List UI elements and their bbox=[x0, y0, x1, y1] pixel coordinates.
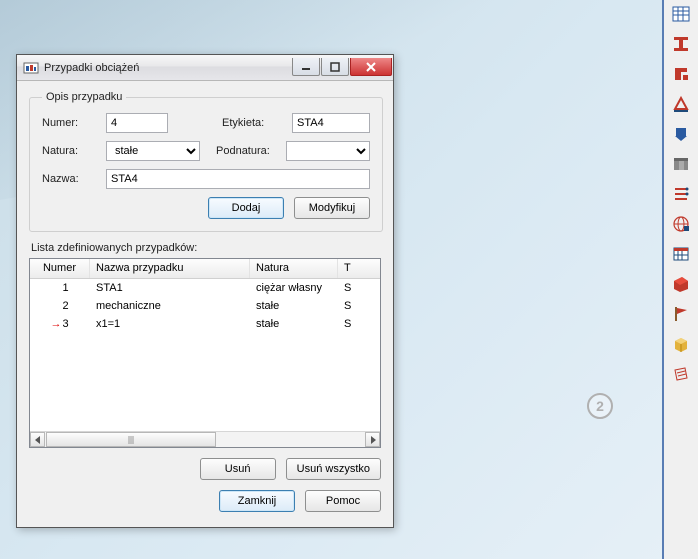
box-yellow-icon[interactable] bbox=[668, 332, 694, 356]
name-input[interactable] bbox=[106, 169, 370, 189]
list-label: Lista zdefiniowanych przypadków: bbox=[31, 242, 381, 254]
label-nazwa: Nazwa: bbox=[42, 173, 98, 185]
cases-list: Numer Nazwa przypadku Natura T 1 STA1 ci… bbox=[29, 258, 381, 448]
col-t[interactable]: T bbox=[338, 259, 356, 278]
label-podnatura: Podnatura: bbox=[216, 145, 278, 157]
cell-natura: stałe bbox=[250, 297, 338, 315]
flag-red-icon[interactable] bbox=[668, 302, 694, 326]
delete-button[interactable]: Usuń bbox=[200, 458, 276, 480]
load-cases-dialog: Przypadki obciążeń Opis przypadku Numer:… bbox=[16, 54, 394, 528]
cell-t: S bbox=[338, 315, 356, 333]
list-body[interactable]: 1 STA1 ciężar własny S 2 mechaniczne sta… bbox=[30, 279, 380, 431]
scroll-left-icon[interactable] bbox=[30, 432, 45, 447]
section-red-icon[interactable] bbox=[668, 62, 694, 86]
close-dialog-button[interactable]: Zamknij bbox=[219, 490, 295, 512]
cell-numer: 1 bbox=[62, 282, 68, 294]
right-toolbar bbox=[662, 0, 698, 559]
label-input[interactable] bbox=[292, 113, 370, 133]
label-natura: Natura: bbox=[42, 145, 98, 157]
load-blue-icon[interactable] bbox=[668, 122, 694, 146]
cell-numer: 2 bbox=[62, 300, 68, 312]
cell-t: S bbox=[338, 279, 356, 297]
case-description-group: Opis przypadku Numer: Etykieta: Natura: … bbox=[29, 91, 383, 232]
globe-icon[interactable] bbox=[668, 212, 694, 236]
ibeam-icon[interactable] bbox=[668, 32, 694, 56]
number-input[interactable] bbox=[106, 113, 168, 133]
extrude-red-icon[interactable] bbox=[668, 272, 694, 296]
table-row[interactable]: →3 x1=1 stałe S bbox=[30, 315, 380, 333]
cell-nazwa: STA1 bbox=[90, 279, 250, 297]
scroll-thumb[interactable] bbox=[46, 432, 216, 447]
table-row[interactable]: 1 STA1 ciężar własny S bbox=[30, 279, 380, 297]
table-icon[interactable] bbox=[668, 2, 694, 26]
delete-all-button[interactable]: Usuń wszystko bbox=[286, 458, 381, 480]
calendar-icon[interactable] bbox=[668, 242, 694, 266]
scroll-right-icon[interactable] bbox=[365, 432, 380, 447]
cell-t: S bbox=[338, 297, 356, 315]
cell-natura: stałe bbox=[250, 315, 338, 333]
label-etykieta: Etykieta: bbox=[222, 117, 284, 129]
modify-button[interactable]: Modyfikuj bbox=[294, 197, 370, 219]
col-numer[interactable]: Numer bbox=[30, 259, 90, 278]
add-button[interactable]: Dodaj bbox=[208, 197, 284, 219]
list-header[interactable]: Numer Nazwa przypadku Natura T bbox=[30, 259, 380, 279]
dialog-title: Przypadki obciążeń bbox=[44, 62, 139, 74]
cell-nazwa: x1=1 bbox=[90, 315, 250, 333]
group-legend: Opis przypadku bbox=[42, 91, 126, 103]
col-natura[interactable]: Natura bbox=[250, 259, 338, 278]
sheet-icon[interactable] bbox=[668, 362, 694, 386]
nature-select[interactable]: stałe bbox=[106, 141, 200, 161]
cell-natura: ciężar własny bbox=[250, 279, 338, 297]
table-row[interactable]: 2 mechaniczne stałe S bbox=[30, 297, 380, 315]
label-numer: Numer: bbox=[42, 117, 98, 129]
minimize-button[interactable] bbox=[292, 58, 320, 76]
col-nazwa[interactable]: Nazwa przypadku bbox=[90, 259, 250, 278]
support-icon[interactable] bbox=[668, 92, 694, 116]
cell-nazwa: mechaniczne bbox=[90, 297, 250, 315]
close-button[interactable] bbox=[350, 58, 392, 76]
bars-red-icon[interactable] bbox=[668, 182, 694, 206]
cell-numer: 3 bbox=[62, 318, 68, 330]
help-button[interactable]: Pomoc bbox=[305, 490, 381, 512]
horizontal-scrollbar[interactable] bbox=[30, 431, 380, 447]
row-marker: → bbox=[50, 318, 60, 330]
app-icon bbox=[23, 60, 39, 76]
subnature-select[interactable] bbox=[286, 141, 370, 161]
node-marker-2: 2 bbox=[587, 393, 613, 419]
maximize-button[interactable] bbox=[321, 58, 349, 76]
titlebar[interactable]: Przypadki obciążeń bbox=[17, 55, 393, 81]
panel-icon[interactable] bbox=[668, 152, 694, 176]
